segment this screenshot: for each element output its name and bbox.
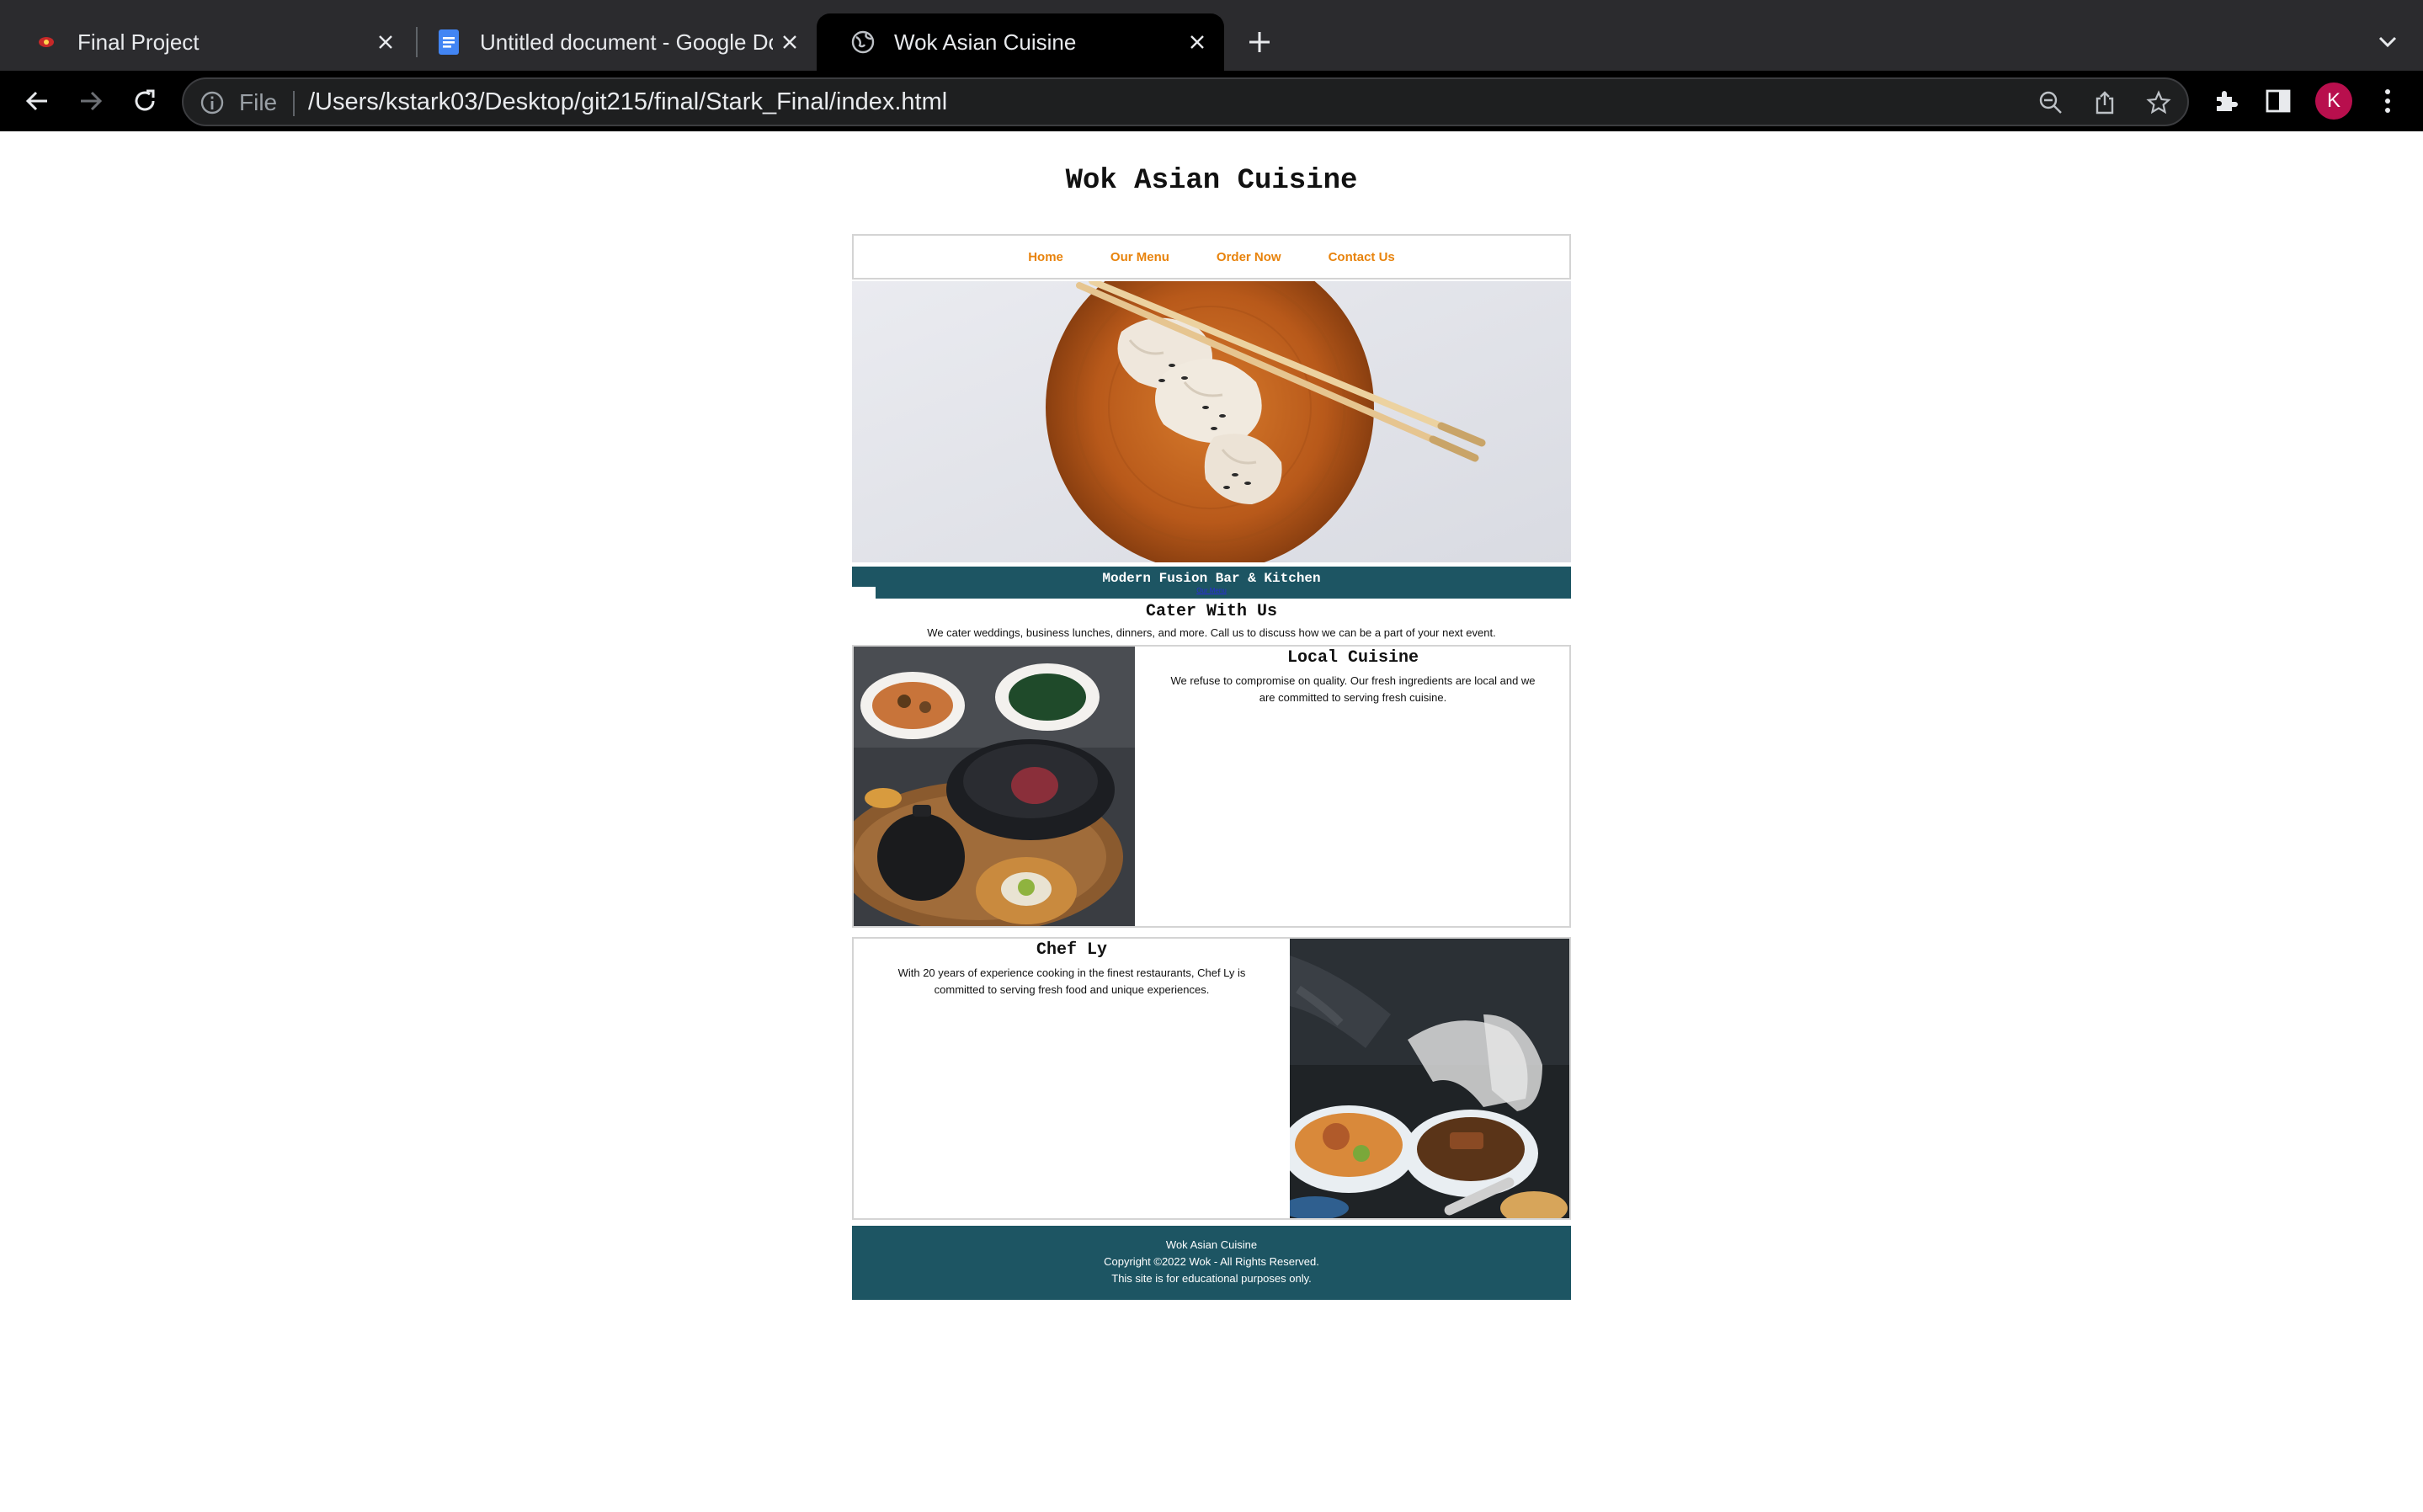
zoom-out-icon[interactable] <box>2036 88 2066 118</box>
footer-disclaimer: This site is for educational purposes on… <box>1111 1272 1312 1285</box>
nav-link-home[interactable]: Home <box>1028 250 1063 264</box>
hero-image-dumplings <box>852 281 1571 562</box>
tab-final-project[interactable]: Final Project <box>0 13 413 71</box>
forward-icon[interactable] <box>71 81 111 121</box>
close-icon[interactable] <box>369 25 402 59</box>
local-cuisine-text: We refuse to compromise on quality. Our … <box>1170 674 1536 704</box>
site-title: Wok Asian Cuisine <box>1065 165 1358 197</box>
profile-avatar[interactable]: K <box>2315 83 2352 120</box>
local-cuisine-card: Local Cuisine We refuse to compromise on… <box>852 645 1571 928</box>
chef-ly-image <box>1290 939 1569 1218</box>
info-icon[interactable] <box>199 89 226 116</box>
nav-link-contact-us[interactable]: Contact Us <box>1329 250 1395 264</box>
chef-ly-card: Chef Ly With 20 years of experience cook… <box>852 937 1571 1220</box>
footer-copyright: Copyright ©2022 Wok - All Rights Reserve… <box>1104 1255 1319 1268</box>
chef-ly-text: With 20 years of experience cooking in t… <box>897 966 1246 996</box>
reload-icon[interactable] <box>125 81 165 121</box>
docs-icon <box>436 29 461 55</box>
scheme-label: File <box>239 89 278 115</box>
tab-title: Final Project <box>77 29 200 55</box>
tab-google-docs[interactable]: Untitled document - Google Docs <box>402 13 817 71</box>
chef-ly-heading: Chef Ly <box>1036 940 1107 960</box>
web-page: Wok Asian Cuisine Home Our Menu Order No… <box>0 131 2423 1512</box>
new-tab-icon[interactable] <box>1239 22 1280 62</box>
tab-wok-asian-cuisine[interactable]: Wok Asian Cuisine <box>817 13 1224 71</box>
tagline-banner: Modern Fusion Bar & Kitchen Our Menu <box>852 567 1571 599</box>
extensions-icon[interactable] <box>2206 81 2246 121</box>
footer-name: Wok Asian Cuisine <box>1165 1238 1258 1251</box>
site-nav: Home Our Menu Order Now Contact Us <box>852 234 1571 280</box>
close-icon[interactable] <box>773 25 807 59</box>
bookmark-star-icon[interactable] <box>2143 88 2174 118</box>
nav-link-order-now[interactable]: Order Now <box>1217 250 1281 264</box>
address-divider <box>293 91 295 116</box>
tab-strip: Final Project Untitled document - Google… <box>0 0 2423 71</box>
cater-heading: Cater With Us <box>1145 602 1278 621</box>
local-cuisine-content: Local Cuisine We refuse to compromise on… <box>1135 647 1569 706</box>
nav-link-our-menu[interactable]: Our Menu <box>1110 250 1169 264</box>
site-footer: Wok Asian Cuisine Copyright ©2022 Wok - … <box>852 1226 1571 1300</box>
side-panel-icon[interactable] <box>2258 81 2298 121</box>
our-menu-link[interactable]: Our Menu <box>852 587 1571 594</box>
banner-notch <box>852 587 876 599</box>
url-text[interactable]: /Users/kstark03/Desktop/git215/final/Sta… <box>308 88 947 116</box>
tab-list-icon[interactable] <box>2367 22 2408 62</box>
tab-title: Wok Asian Cuisine <box>894 29 1077 55</box>
globe-icon <box>850 29 876 55</box>
browser-toolbar: File /Users/kstark03/Desktop/git215/fina… <box>0 71 2423 131</box>
close-icon[interactable] <box>1180 25 1214 59</box>
tagline-text: Modern Fusion Bar & Kitchen <box>1102 571 1321 586</box>
back-icon[interactable] <box>17 81 57 121</box>
local-cuisine-image <box>854 647 1135 926</box>
menu-icon[interactable] <box>2367 81 2408 121</box>
chef-ly-content: Chef Ly With 20 years of experience cook… <box>854 939 1290 998</box>
tab-title: Untitled document - Google Docs <box>480 29 773 55</box>
share-icon[interactable] <box>2090 88 2120 118</box>
address-bar[interactable]: File /Users/kstark03/Desktop/git215/fina… <box>182 77 2189 126</box>
local-cuisine-heading: Local Cuisine <box>1286 648 1419 668</box>
cater-text: We cater weddings, business lunches, din… <box>927 626 1496 639</box>
site-favicon-icon <box>34 29 59 55</box>
